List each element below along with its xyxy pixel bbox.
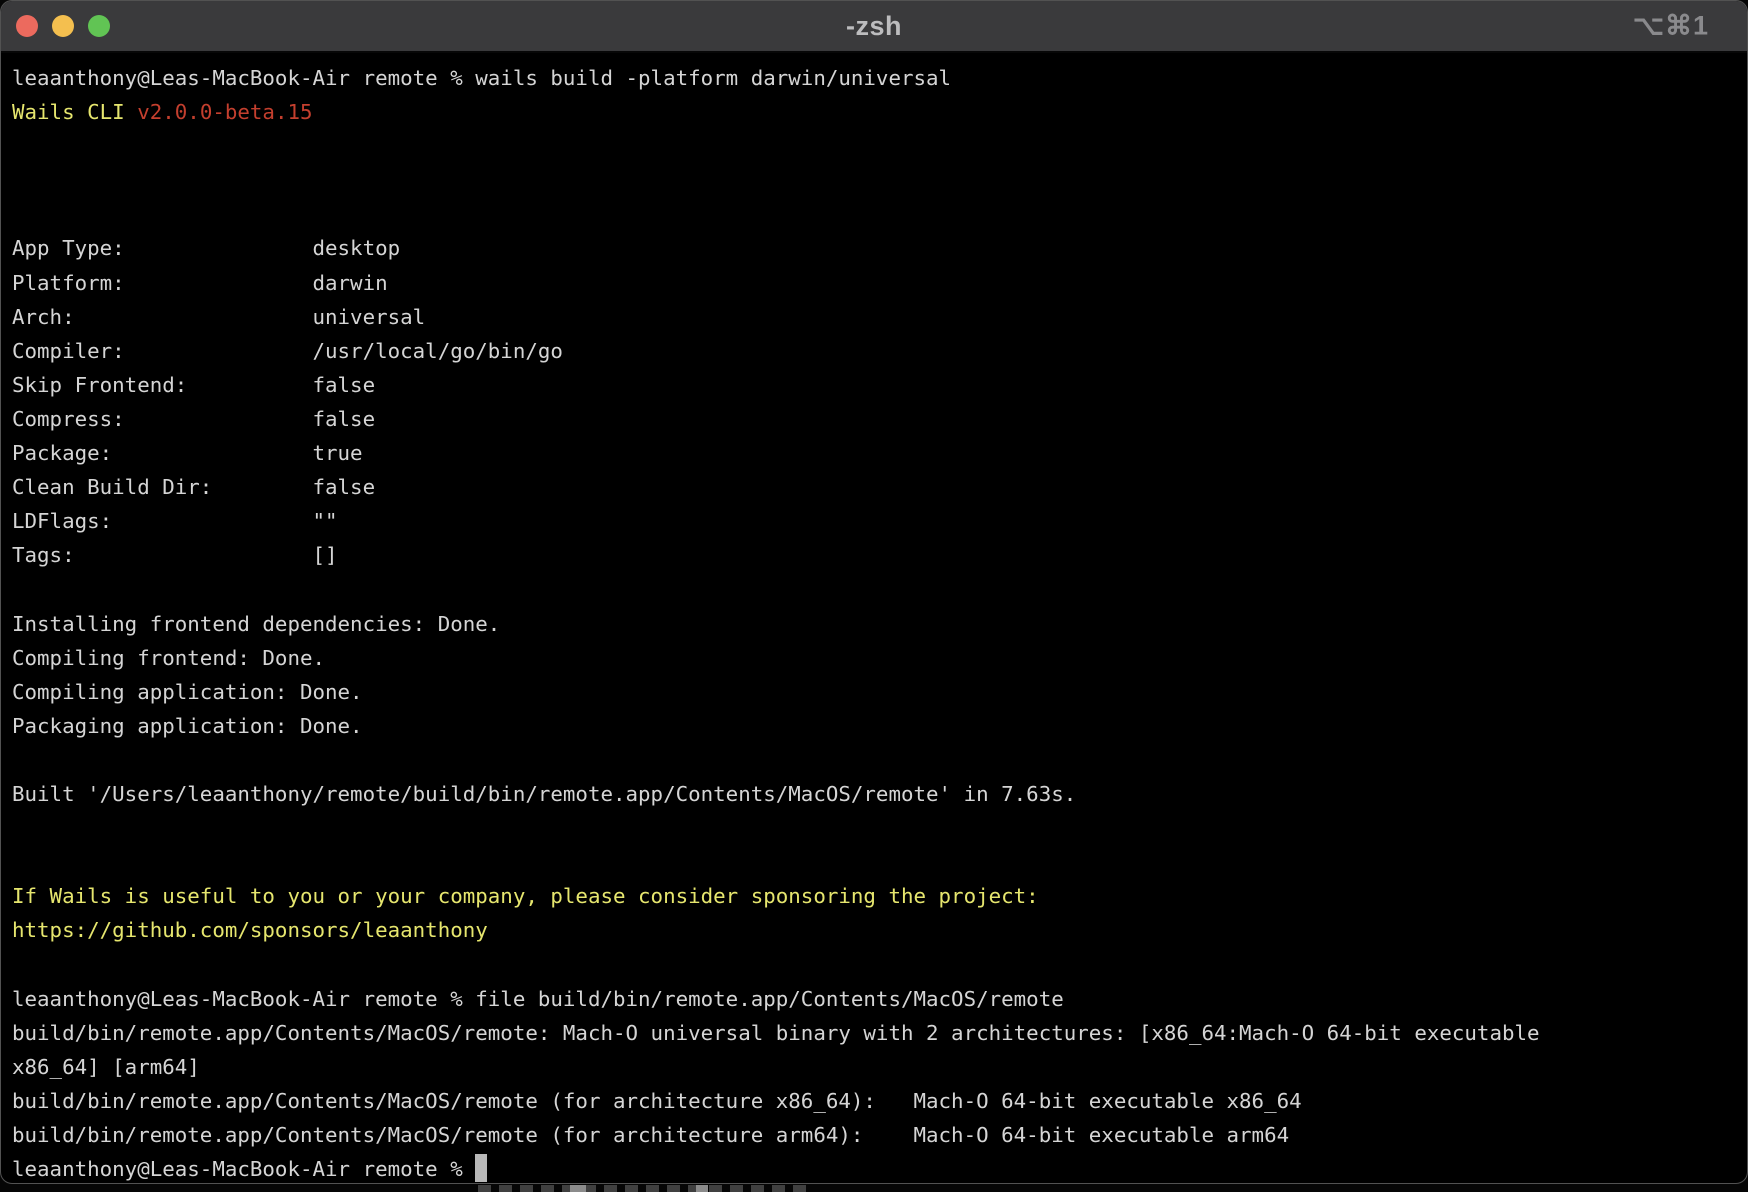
terminal-line: LDFlags: "" bbox=[12, 504, 1747, 538]
terminal-line bbox=[12, 163, 1747, 197]
terminal-line: x86_64] [arm64] bbox=[12, 1050, 1747, 1084]
terminal-line: Compiler: /usr/local/go/bin/go bbox=[12, 334, 1747, 368]
terminal-line: If Wails is useful to you or your compan… bbox=[12, 879, 1747, 913]
background-window-fragment bbox=[478, 1185, 808, 1192]
terminal-line: Compress: false bbox=[12, 402, 1747, 436]
terminal-line: Packaging application: Done. bbox=[12, 709, 1747, 743]
terminal-line: App Type: desktop bbox=[12, 231, 1747, 265]
terminal-line: Built '/Users/leaanthony/remote/build/bi… bbox=[12, 777, 1747, 811]
terminal-window: -zsh ⌥⌘1 leaanthony@Leas-MacBook-Air rem… bbox=[0, 0, 1748, 1184]
terminal-line bbox=[12, 572, 1747, 606]
terminal-line: build/bin/remote.app/Contents/MacOS/remo… bbox=[12, 1016, 1747, 1050]
terminal-line: Tags: [] bbox=[12, 538, 1747, 572]
terminal-line: build/bin/remote.app/Contents/MacOS/remo… bbox=[12, 1118, 1747, 1152]
terminal-line: leaanthony@Leas-MacBook-Air remote % fil… bbox=[12, 982, 1747, 1016]
terminal-output[interactable]: leaanthony@Leas-MacBook-Air remote % wai… bbox=[1, 53, 1747, 1184]
zoom-button[interactable] bbox=[88, 15, 110, 37]
terminal-line: Compiling application: Done. bbox=[12, 675, 1747, 709]
terminal-cursor bbox=[475, 1154, 487, 1182]
terminal-line bbox=[12, 197, 1747, 231]
terminal-line: Arch: universal bbox=[12, 300, 1747, 334]
window-title: -zsh bbox=[846, 11, 902, 42]
terminal-line: https://github.com/sponsors/leaanthony bbox=[12, 913, 1747, 947]
terminal-line: Skip Frontend: false bbox=[12, 368, 1747, 402]
titlebar[interactable]: -zsh ⌥⌘1 bbox=[1, 1, 1747, 53]
screen: -zsh ⌥⌘1 leaanthony@Leas-MacBook-Air rem… bbox=[0, 0, 1748, 1192]
terminal-line: Package: true bbox=[12, 436, 1747, 470]
minimize-button[interactable] bbox=[52, 15, 74, 37]
terminal-line bbox=[12, 845, 1747, 879]
terminal-line: build/bin/remote.app/Contents/MacOS/remo… bbox=[12, 1084, 1747, 1118]
background-window-fragment bbox=[570, 1185, 586, 1192]
terminal-line: Compiling frontend: Done. bbox=[12, 641, 1747, 675]
terminal-line: Platform: darwin bbox=[12, 266, 1747, 300]
terminal-line bbox=[12, 811, 1747, 845]
terminal-line: Clean Build Dir: false bbox=[12, 470, 1747, 504]
terminal-line: Installing frontend dependencies: Done. bbox=[12, 607, 1747, 641]
close-button[interactable] bbox=[16, 15, 38, 37]
terminal-line: leaanthony@Leas-MacBook-Air remote % wai… bbox=[12, 61, 1747, 95]
terminal-line bbox=[12, 129, 1747, 163]
traffic-lights bbox=[16, 1, 110, 51]
terminal-line bbox=[12, 743, 1747, 777]
background-window-fragment bbox=[696, 1185, 708, 1192]
terminal-line: Wails CLI v2.0.0-beta.15 bbox=[12, 95, 1747, 129]
terminal-line bbox=[12, 947, 1747, 981]
tab-shortcut-hint: ⌥⌘1 bbox=[1633, 11, 1709, 42]
terminal-line: leaanthony@Leas-MacBook-Air remote % bbox=[12, 1152, 1747, 1184]
